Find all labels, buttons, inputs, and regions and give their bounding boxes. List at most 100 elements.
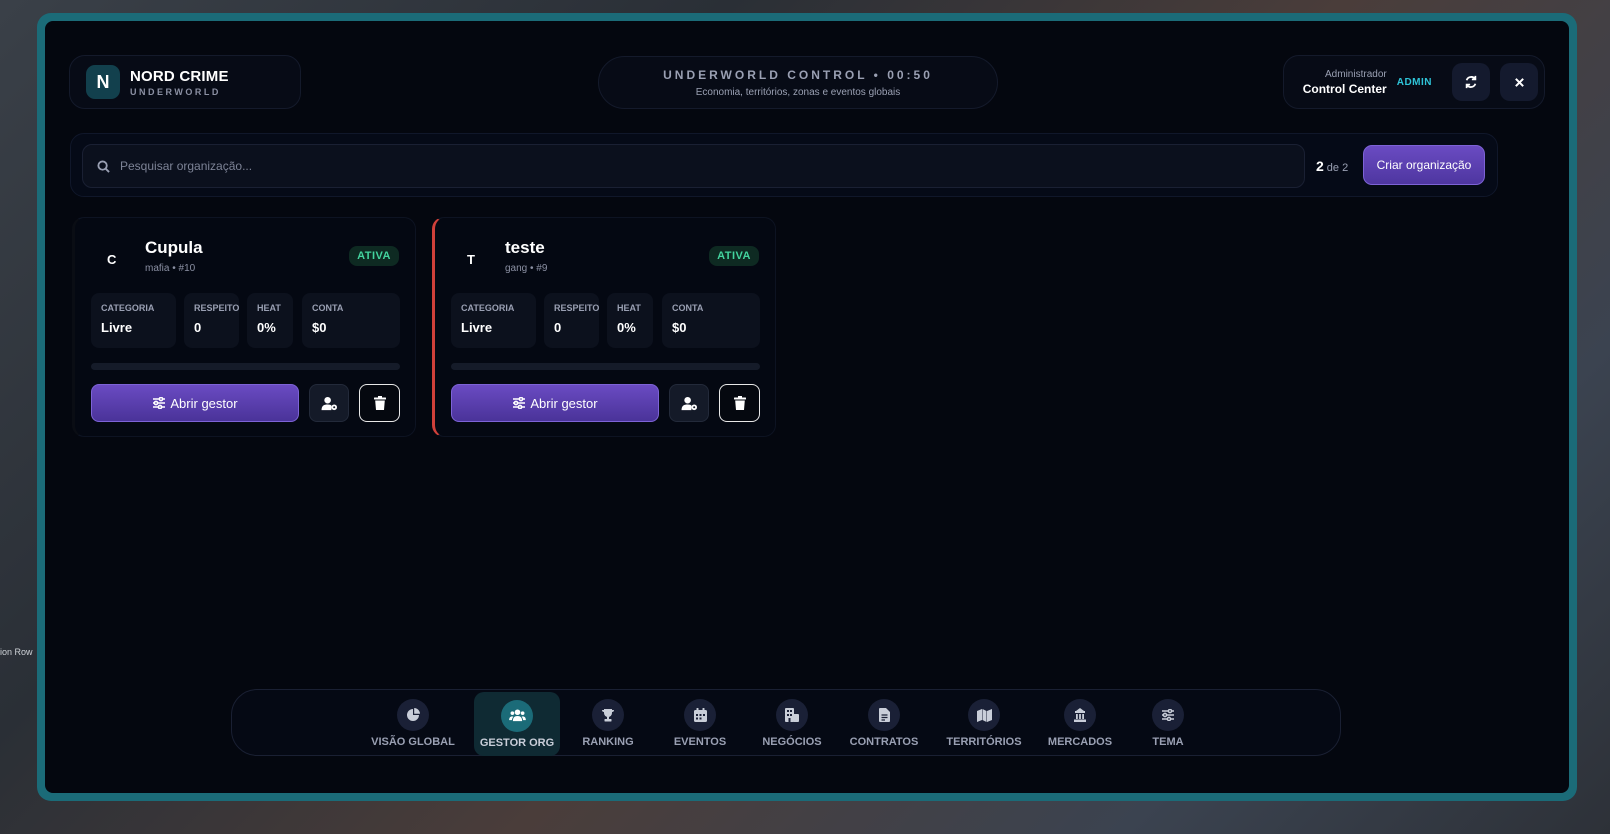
brand-block: N NORD CRIME UNDERWORLD — [69, 55, 301, 109]
status-badge: ATIVA — [349, 246, 399, 266]
trophy-icon — [602, 709, 614, 722]
nav-label: RANKING — [582, 736, 634, 748]
member-settings-button[interactable] — [309, 384, 349, 422]
nav-territorios[interactable]: TERRITÓRIOS — [936, 690, 1032, 757]
page-title: UNDERWORLD CONTROL • 00:50 — [663, 67, 933, 82]
page-subtitle: Economia, territórios, zonas e eventos g… — [695, 86, 901, 98]
stat-label: RESPEITO — [194, 303, 240, 313]
trash-icon — [733, 396, 746, 410]
stat-value: $0 — [672, 320, 687, 335]
stat-value: 0% — [617, 320, 636, 335]
search-toolbar: 2de 2 Criar organização — [70, 133, 1498, 197]
stat-value: Livre — [461, 320, 493, 335]
nav-gestor-org[interactable]: GESTOR ORG — [474, 692, 560, 756]
stat-heat: HEAT 0% — [247, 293, 293, 348]
stat-value: $0 — [312, 320, 327, 335]
admin-role: Administrador — [1325, 68, 1387, 80]
stat-conta: CONTA $0 — [302, 293, 400, 348]
member-settings-button[interactable] — [669, 384, 709, 422]
org-name: teste — [505, 238, 545, 257]
stat-respeito: RESPEITO 0 — [544, 293, 599, 348]
admin-panel: Administrador Control Center ADMIN — [1283, 55, 1545, 109]
stat-label: HEAT — [617, 303, 641, 313]
app-window-frame: N NORD CRIME UNDERWORLD UNDERWORLD CONTR… — [37, 13, 1577, 801]
refresh-icon — [1465, 75, 1477, 89]
org-progress-bar — [451, 363, 760, 370]
close-button[interactable] — [1500, 63, 1538, 101]
result-count-total: de 2 — [1326, 162, 1349, 174]
nav-contratos[interactable]: CONTRATOS — [842, 690, 926, 757]
result-count-current: 2 — [1316, 158, 1324, 174]
create-organization-button[interactable]: Criar organização — [1363, 145, 1485, 185]
stat-label: CONTA — [312, 303, 344, 313]
admin-name: Control Center — [1302, 81, 1387, 96]
open-manager-label: Abrir gestor — [170, 395, 238, 411]
nav-label: NEGÓCIOS — [762, 736, 822, 748]
nav-label: TERRITÓRIOS — [946, 736, 1022, 748]
stat-label: HEAT — [257, 303, 281, 313]
sliders-icon — [513, 397, 526, 409]
stat-categoria: CATEGORIA Livre — [451, 293, 536, 348]
organization-card: C Cupula mafia • #10 ATIVA CATEGORIA Liv… — [72, 217, 416, 437]
nav-eventos[interactable]: EVENTOS — [664, 690, 736, 757]
pie-chart-icon — [407, 708, 420, 721]
map-icon — [976, 708, 992, 722]
search-input[interactable] — [120, 159, 1270, 173]
users-icon — [508, 709, 526, 722]
bottom-nav: VISÃO GLOBAL GESTOR ORG RANKING EVENTOS … — [231, 689, 1341, 756]
stat-label: RESPEITO — [554, 303, 600, 313]
stat-heat: HEAT 0% — [607, 293, 653, 348]
status-badge: ATIVA — [709, 246, 759, 266]
refresh-button[interactable] — [1452, 63, 1490, 101]
brand-subtitle: UNDERWORLD — [130, 86, 221, 97]
brand-name: NORD CRIME — [130, 67, 229, 85]
brand-logo: N — [86, 65, 120, 99]
nav-ranking[interactable]: RANKING — [572, 690, 644, 757]
stat-conta: CONTA $0 — [662, 293, 760, 348]
stat-label: CONTA — [672, 303, 704, 313]
nav-mercados[interactable]: MERCADOS — [1040, 690, 1120, 757]
stat-value: 0 — [194, 320, 202, 335]
close-icon — [1514, 77, 1524, 87]
nav-label: TEMA — [1152, 736, 1184, 748]
open-manager-label: Abrir gestor — [530, 395, 598, 411]
nav-label: GESTOR ORG — [479, 736, 555, 749]
delete-button[interactable] — [359, 384, 400, 422]
user-gear-icon — [321, 396, 337, 410]
stat-categoria: CATEGORIA Livre — [91, 293, 176, 348]
nav-negocios[interactable]: NEGÓCIOS — [752, 690, 832, 757]
delete-button[interactable] — [719, 384, 760, 422]
org-avatar: T — [467, 252, 475, 267]
search-box[interactable] — [82, 144, 1305, 188]
sliders-icon — [1162, 709, 1174, 721]
app-panel: N NORD CRIME UNDERWORLD UNDERWORLD CONTR… — [45, 21, 1569, 793]
nav-label: MERCADOS — [1047, 736, 1113, 748]
calendar-icon — [693, 708, 707, 722]
organization-card: T teste gang • #9 ATIVA CATEGORIA Livre … — [432, 217, 776, 437]
admin-badge: ADMIN — [1396, 76, 1432, 88]
stat-value: 0% — [257, 320, 276, 335]
org-name: Cupula — [145, 238, 203, 257]
document-icon — [878, 708, 890, 722]
building-icon — [785, 708, 799, 722]
nav-label: EVENTOS — [673, 736, 727, 748]
nav-label: CONTRATOS — [849, 736, 919, 748]
org-meta: mafia • #10 — [145, 263, 196, 274]
header-title-pill: UNDERWORLD CONTROL • 00:50 Economia, ter… — [598, 56, 998, 109]
result-count: 2 de 2 — [1316, 158, 1348, 174]
open-manager-button[interactable]: Abrir gestor — [91, 384, 299, 422]
sliders-icon — [153, 397, 166, 409]
org-meta: gang • #9 — [505, 263, 548, 274]
user-gear-icon — [681, 396, 697, 410]
stat-label: CATEGORIA — [461, 303, 515, 313]
nav-tema[interactable]: TEMA — [1132, 690, 1204, 757]
open-manager-button[interactable]: Abrir gestor — [451, 384, 659, 422]
nav-label: VISÃO GLOBAL — [371, 736, 455, 748]
nav-visao-global[interactable]: VISÃO GLOBAL — [370, 690, 456, 757]
background-location-label: ion Row — [0, 647, 33, 657]
stat-respeito: RESPEITO 0 — [184, 293, 239, 348]
stat-value: Livre — [101, 320, 133, 335]
search-icon — [97, 159, 110, 173]
stat-value: 0 — [554, 320, 562, 335]
market-icon — [1074, 708, 1086, 722]
